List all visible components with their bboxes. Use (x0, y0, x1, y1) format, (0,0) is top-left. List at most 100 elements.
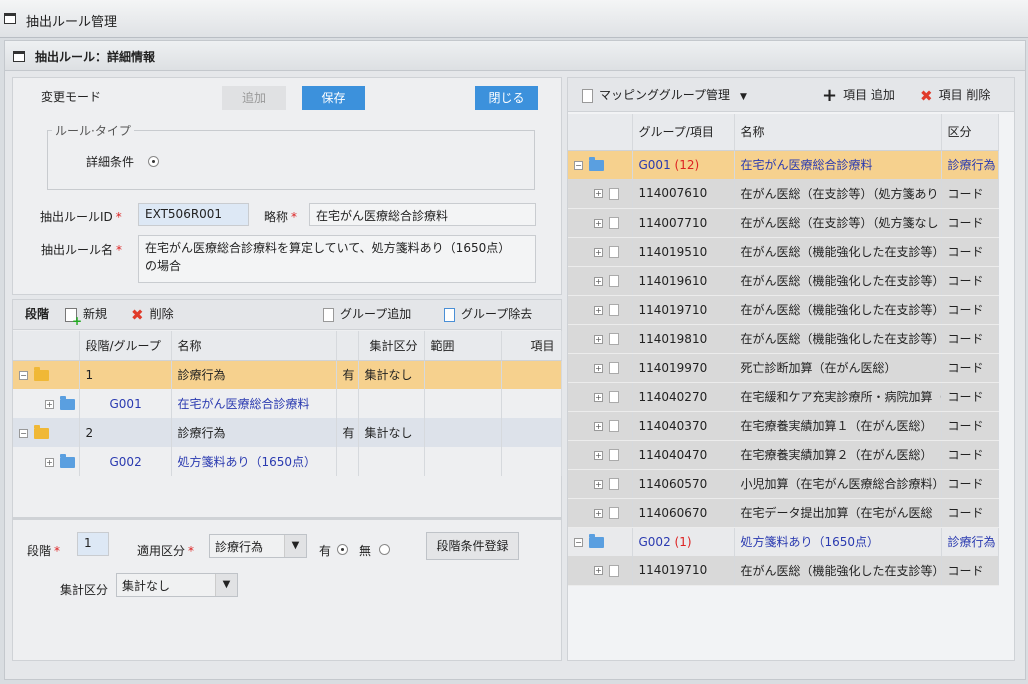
stage-col-name[interactable]: 名称 (171, 331, 337, 361)
panel-header: 抽出ルール：詳細情報 (5, 41, 1025, 71)
stage-col-item[interactable]: 項目 (501, 331, 562, 361)
new-stage-button[interactable]: 新規 (65, 304, 107, 327)
file-icon (609, 246, 619, 258)
tree-toggle-icon[interactable]: + (594, 392, 603, 402)
tree-cell[interactable]: + (568, 208, 633, 238)
delete-stage-button[interactable]: ✖ 削除 (131, 304, 174, 325)
save-button[interactable]: 保存 (302, 86, 365, 110)
group-remove-button[interactable]: グループ除去 (444, 304, 532, 324)
tree-toggle-icon[interactable]: + (594, 421, 603, 431)
abbrev-label: 略称 * (264, 210, 298, 224)
mapping-item-row[interactable]: +114019510 在がん医総（機能強化した在支診等） コード (568, 237, 999, 267)
mapping-group-row[interactable]: − G001 (12) 在宅がん医療総合診療料 診療行為 (568, 150, 999, 179)
tree-toggle-icon[interactable]: − (19, 428, 28, 438)
yes-radio[interactable] (337, 542, 348, 556)
tree-toggle-icon[interactable]: − (574, 537, 583, 547)
tree-toggle-icon[interactable]: + (594, 334, 603, 344)
tree-cell[interactable]: + (568, 237, 633, 267)
tree-toggle-icon[interactable]: + (45, 457, 54, 467)
rule-name-field[interactable]: 在宅がん医療総合診療料を算定していて、処方箋料あり（1650点）の場合 (138, 235, 536, 283)
tree-cell[interactable]: − (13, 360, 80, 389)
no-radio[interactable] (379, 542, 390, 556)
file-icon (609, 333, 619, 345)
file-icon (609, 449, 619, 461)
stage-col-flag[interactable] (336, 331, 359, 361)
tree-cell[interactable]: + (568, 469, 633, 499)
mapping-item-row[interactable]: +114019610 在がん医総（機能強化した在支診等） コード (568, 266, 999, 296)
detail-condition-radio[interactable] (148, 154, 159, 168)
abbrev-field[interactable]: 在宅がん医療総合診療料 (309, 203, 536, 226)
add-button[interactable]: 追加 (222, 86, 286, 110)
mapping-item-row[interactable]: +114007610 在がん医総（在支診等）（処方箋あり コード (568, 179, 999, 209)
mapping-item-row[interactable]: +114019970 死亡診断加算（在がん医総） コード (568, 353, 999, 383)
tree-toggle-icon[interactable]: + (594, 247, 603, 257)
tree-toggle-icon[interactable]: + (594, 363, 603, 373)
tree-toggle-icon[interactable]: − (19, 370, 28, 380)
tree-toggle-icon[interactable]: + (594, 305, 603, 315)
mapping-item-row[interactable]: +114040270 在宅緩和ケア充実診療所・病院加算（ コード (568, 382, 999, 412)
stage-col-agg[interactable]: 集計区分 (358, 331, 425, 361)
document-remove-icon (444, 307, 455, 322)
item-kind-cell: コード (941, 324, 999, 354)
tree-cell[interactable]: − (13, 418, 80, 447)
stage-row[interactable]: − 2 診療行為有集計なし (13, 418, 562, 447)
stage-row[interactable]: + G001 在宅がん医療総合診療料 (13, 389, 562, 418)
register-stage-button[interactable]: 段階条件登録 (426, 532, 519, 560)
add-item-button[interactable]: + 項目 追加 (822, 85, 895, 106)
tree-cell[interactable]: + (568, 266, 633, 296)
mapping-item-row[interactable]: +114007710 在がん医総（在支診等）（処方箋なし コード (568, 208, 999, 238)
mode-label: 変更モード (41, 90, 102, 104)
no-label: 無 (359, 544, 372, 558)
mapping-item-row[interactable]: +114060670 在宅データ提出加算（在宅がん医総 コード (568, 498, 999, 528)
tree-cell[interactable]: + (568, 498, 633, 528)
tree-cell[interactable]: + (568, 382, 633, 412)
mapping-menu[interactable]: マッピンググループ管理 ▼ (582, 85, 747, 107)
tree-cell[interactable]: + (568, 353, 633, 383)
apply-select[interactable]: 診療行為 ▼ (209, 534, 307, 558)
stage-col-range[interactable]: 範囲 (424, 331, 502, 361)
tree-toggle-icon[interactable]: + (594, 508, 603, 518)
agg-select[interactable]: 集計なし ▼ (116, 573, 238, 597)
rule-id-field[interactable]: EXT506R001 (138, 203, 249, 226)
tree-toggle-icon[interactable]: + (594, 189, 603, 199)
mapping-item-row[interactable]: +114019710 在がん医総（機能強化した在支診等） コード (568, 556, 999, 586)
tree-toggle-icon[interactable]: + (594, 450, 603, 460)
tree-cell[interactable]: + (13, 389, 80, 418)
mapping-item-row[interactable]: +114060570 小児加算（在宅がん医療総合診療料） コード (568, 469, 999, 499)
tree-cell[interactable]: + (568, 440, 633, 470)
tree-cell[interactable]: + (568, 324, 633, 354)
stage-name-cell: 診療行為 (171, 360, 337, 389)
mapping-item-row[interactable]: +114040470 在宅療養実績加算２（在がん医総） コード (568, 440, 999, 470)
tree-cell[interactable]: + (568, 179, 633, 209)
delete-item-button[interactable]: ✖ 項目 削除 (920, 85, 990, 106)
tree-toggle-icon[interactable]: + (594, 566, 603, 576)
item-code-cell: 114019710 (632, 295, 735, 325)
tree-toggle-icon[interactable]: + (594, 218, 603, 228)
stage-agg-cell (358, 447, 425, 476)
tree-cell[interactable]: + (568, 556, 633, 586)
mapping-item-row[interactable]: +114040370 在宅療養実績加算１（在がん医総） コード (568, 411, 999, 441)
tree-cell[interactable]: + (568, 295, 633, 325)
tree-toggle-icon[interactable]: + (594, 276, 603, 286)
map-col-id[interactable]: グループ/項目 (632, 114, 735, 151)
item-kind-cell: コード (941, 498, 999, 528)
tree-cell[interactable]: − (568, 527, 633, 556)
tree-toggle-icon[interactable]: + (594, 479, 603, 489)
stage-row[interactable]: + G002 処方箋料あり（1650点） (13, 447, 562, 476)
close-button[interactable]: 閉じる (475, 86, 538, 110)
mapping-item-row[interactable]: +114019710 在がん医総（機能強化した在支診等） コード (568, 295, 999, 325)
tree-cell[interactable]: + (13, 447, 80, 476)
group-name-cell: 処方箋料あり（1650点） (734, 527, 942, 556)
map-col-kind[interactable]: 区分 (941, 114, 999, 151)
stage-col-id[interactable]: 段階/グループ (79, 331, 172, 361)
map-col-name[interactable]: 名称 (734, 114, 942, 151)
group-add-button[interactable]: グループ追加 (323, 304, 411, 324)
stage-row[interactable]: − 1 診療行為有集計なし (13, 360, 562, 389)
mapping-group-row[interactable]: − G002 (1) 処方箋料あり（1650点） 診療行為 (568, 527, 999, 556)
mapping-item-row[interactable]: +114019810 在がん医総（機能強化した在支診等） コード (568, 324, 999, 354)
tree-toggle-icon[interactable]: − (574, 160, 583, 170)
stage-input[interactable]: 1 (77, 532, 109, 556)
tree-cell[interactable]: + (568, 411, 633, 441)
tree-toggle-icon[interactable]: + (45, 399, 54, 409)
tree-cell[interactable]: − (568, 150, 633, 179)
